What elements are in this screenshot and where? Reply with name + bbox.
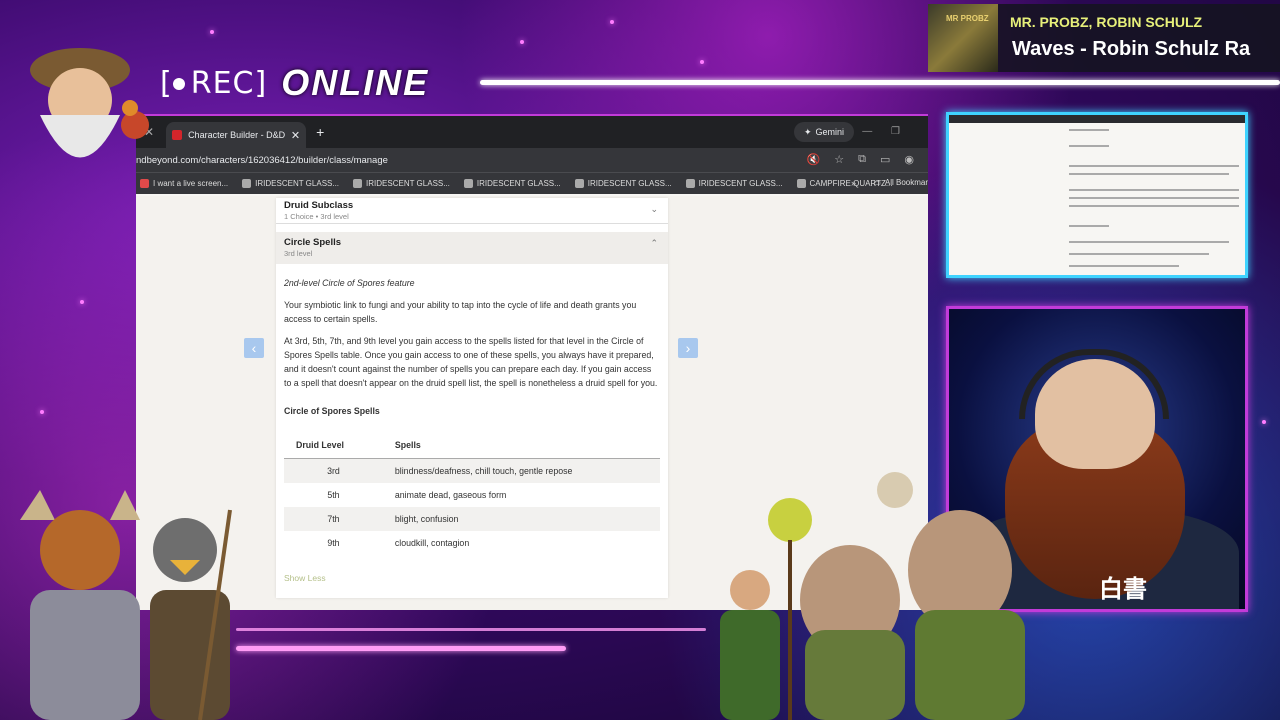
close-tab-icon[interactable]: ✕: [291, 129, 300, 142]
gemini-button[interactable]: ✦ Gemini: [793, 122, 854, 142]
rec-label: [REC]: [160, 65, 268, 101]
chevron-down-icon[interactable]: ⌄: [650, 204, 658, 215]
tab-character-builder[interactable]: Character Builder - D&D Beyond ✕: [166, 122, 307, 148]
preview-toolbar: [949, 115, 1245, 123]
decor-bar: [236, 628, 706, 631]
album-art: MR PROBZ: [928, 4, 998, 72]
table-row: 5th animate dead, gaseous form: [327, 490, 507, 500]
headset-icon: [1019, 349, 1169, 419]
url-text[interactable]: ndbeyond.com/characters/162036412/builde…: [136, 155, 388, 166]
druid-subclass-header[interactable]: Druid Subclass 1 Choice • 3rd level ⌄: [276, 198, 668, 224]
class-feature-card: Druid Subclass 1 Choice • 3rd level ⌄ Ci…: [276, 198, 668, 598]
star-sparkle: [210, 30, 214, 34]
description-paragraph: At 3rd, 5th, 7th, and 9th level you gain…: [284, 336, 658, 388]
next-arrow-icon[interactable]: ›: [678, 338, 698, 358]
preview-line: [1069, 189, 1239, 191]
feature-description: 2nd-level Circle of Spores feature Your …: [276, 264, 668, 593]
all-bookmarks-button[interactable]: ▭ All Bookmar: [873, 178, 928, 187]
chevron-up-icon[interactable]: ⌃: [650, 238, 658, 249]
star-sparkle: [80, 300, 84, 304]
column-header: Druid Level: [284, 432, 383, 459]
preview-line: [1069, 205, 1239, 207]
feature-source: 2nd-level Circle of Spores feature: [284, 278, 415, 288]
address-bar[interactable]: ndbeyond.com/characters/162036412/builde…: [136, 148, 928, 172]
gemini-icon: ✦: [803, 126, 812, 137]
screen-preview: [946, 112, 1248, 278]
rec-indicator: [REC] ONLINE: [160, 62, 430, 103]
mute-icon[interactable]: 🔇: [807, 153, 821, 166]
extensions-icon[interactable]: ⧉: [858, 153, 866, 166]
druid-characters-icon: [720, 472, 1025, 720]
cast-icon[interactable]: ▭: [880, 153, 890, 166]
dndbeyond-icon: [172, 130, 183, 140]
circle-spells-header[interactable]: Circle Spells 3rd level ⌃: [276, 232, 668, 264]
star-sparkle: [700, 60, 704, 64]
bookmarks-overflow-icon[interactable]: »: [851, 178, 856, 188]
bookmark-item[interactable]: IRIDESCENT GLASS...: [463, 179, 561, 188]
star-bookmark-icon[interactable]: ☆: [834, 153, 844, 166]
now-playing-artist: MR. PROBZ, ROBIN SCHULZ: [1010, 14, 1203, 30]
spells-table: Druid Level Spells 3rd blindness/deafnes…: [284, 432, 660, 555]
table-header-row: Druid Level Spells: [284, 432, 660, 459]
address-bar-icons: 🔇 ☆ ⧉ ▭ ◉: [807, 153, 914, 166]
show-less-link[interactable]: Show Less: [284, 571, 660, 585]
table-row: 9th cloudkill, contagion: [327, 538, 470, 548]
star-sparkle: [40, 410, 44, 414]
bookmarks-bar: I want a live screen... IRIDESCENT GLASS…: [136, 172, 928, 194]
decor-bar: [236, 646, 566, 651]
table-title: Circle of Spores Spells: [284, 406, 380, 416]
star-sparkle: [1262, 420, 1266, 424]
preview-line: [1069, 241, 1229, 243]
column-header: Spells: [382, 432, 660, 459]
preview-line: [1069, 129, 1109, 131]
now-playing-title: Waves - Robin Schulz Ra: [1012, 38, 1251, 60]
bookmark-item[interactable]: IRIDESCENT GLASS...: [574, 179, 672, 188]
warrior-characters-icon: [20, 490, 232, 720]
window-controls[interactable]: — ❐: [862, 126, 908, 137]
rec-dot-icon: [172, 78, 185, 90]
preview-line: [1069, 173, 1229, 175]
bookmark-item[interactable]: IRIDESCENT GLASS...: [353, 179, 450, 188]
preview-line: [1069, 165, 1239, 167]
dwarf-mascot-icon: [30, 48, 149, 158]
shirt-text: 白書: [1099, 576, 1147, 603]
new-tab-button[interactable]: +: [316, 124, 324, 140]
prev-arrow-icon[interactable]: ‹: [244, 338, 264, 358]
description-paragraph: Your symbiotic link to fungi and your ab…: [284, 300, 637, 324]
profile-icon[interactable]: ◉: [904, 153, 914, 166]
table-row: 3rd blindness/deafness, chill touch, gen…: [284, 458, 660, 483]
star-sparkle: [610, 20, 614, 24]
preview-line: [1069, 265, 1179, 267]
bookmark-item[interactable]: IRIDESCENT GLASS...: [685, 179, 783, 188]
table-row: 7th blight, confusion: [284, 507, 660, 531]
bookmark-item[interactable]: IRIDESCENT GLASS...: [242, 179, 339, 188]
preview-line: [1069, 225, 1109, 227]
star-sparkle: [520, 40, 524, 44]
header-divider: [480, 80, 1280, 85]
status-online: ONLINE: [281, 62, 430, 103]
tab-bar: ✕ Character Builder - D&D Beyond ✕ + ✦ G…: [136, 116, 928, 148]
preview-line: [1069, 253, 1209, 255]
preview-line: [1069, 145, 1109, 147]
preview-line: [1069, 197, 1239, 199]
folder-icon: ▭: [873, 178, 881, 187]
